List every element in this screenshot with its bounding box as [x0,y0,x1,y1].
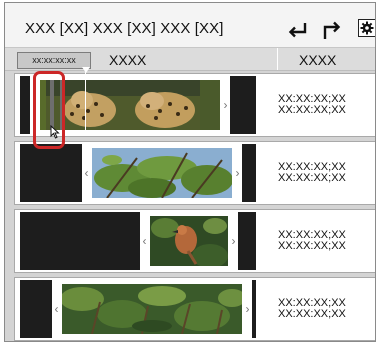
clip-times: XX:XX:XX;XX XX:XX:XX;XX [278,298,346,320]
clip-track: ‹ › [20,212,256,270]
trim-handle-right[interactable]: › [221,98,230,112]
trim-handle-right[interactable]: › [233,166,242,180]
clip[interactable]: ‹ › [140,212,238,270]
clip[interactable]: ‹ › [82,144,242,202]
list-item[interactable]: ‹ › XX:XX:XX;XX XX:XX:XX;XX [14,277,375,341]
column-name-header[interactable]: XXXX [109,52,146,68]
column-divider[interactable] [277,48,278,70]
gear-icon[interactable] [358,19,375,37]
leopard-clip-thumbnail [40,80,220,130]
timecode-chip[interactable]: xx:xx:xx:xx [17,52,91,69]
trim-handle-right[interactable]: › [243,302,252,316]
playhead-marker-icon[interactable] [82,67,90,73]
clip-times: XX:XX:XX;XX XX:XX:XX;XX [278,94,346,116]
list-item[interactable]: ‹ › XX:XX:XX;XX XX:XX:XX;XX [14,209,375,273]
clip-track: ‹ › [20,144,256,202]
clip-track: ‹ › [20,280,256,338]
time-out: XX:XX:XX;XX [278,172,346,184]
trim-handle-right[interactable]: › [229,234,238,248]
time-out: XX:XX:XX;XX [278,104,346,116]
list-item[interactable]: ‹ › XX:XX:XX;XX XX:XX:XX;XX [14,141,375,205]
playhead-line[interactable] [85,69,86,131]
list-item[interactable]: ‹ › XX:XX:XX;XX XX:XX:XX;XX [14,73,375,137]
bird-clip-thumbnail [150,216,228,266]
clip-times: XX:XX:XX;XX XX:XX:XX;XX [278,162,346,184]
clip[interactable]: ‹ › [52,280,252,338]
trim-handle-left[interactable]: ‹ [82,166,91,180]
jungle-clip-thumbnail [62,284,242,334]
trim-handle-left[interactable]: ‹ [140,234,149,248]
clip-times: XX:XX:XX;XX XX:XX:XX;XX [278,230,346,252]
redo-arrow-icon[interactable] [321,19,343,41]
panel-title: XXX [XX] XXX [XX] XXX [XX] [25,20,224,37]
toolbar: XXX [XX] XXX [XX] XXX [XX] [5,3,375,47]
mouse-cursor-icon [50,124,60,144]
column-header: xx:xx:xx:xx XXXX XXXX [5,47,375,71]
trim-handle-left[interactable]: ‹ [52,302,61,316]
clip-list-panel: XXX [XX] XXX [XX] XXX [XX] xx:xx:xx:xx X… [4,2,376,342]
undo-arrow-icon[interactable] [287,19,309,41]
time-out: XX:XX:XX;XX [278,240,346,252]
trim-handle-highlight [33,71,65,149]
tree-canopy-clip-thumbnail [92,148,232,198]
column-time-header[interactable]: XXXX [299,52,336,68]
time-out: XX:XX:XX;XX [278,308,346,320]
